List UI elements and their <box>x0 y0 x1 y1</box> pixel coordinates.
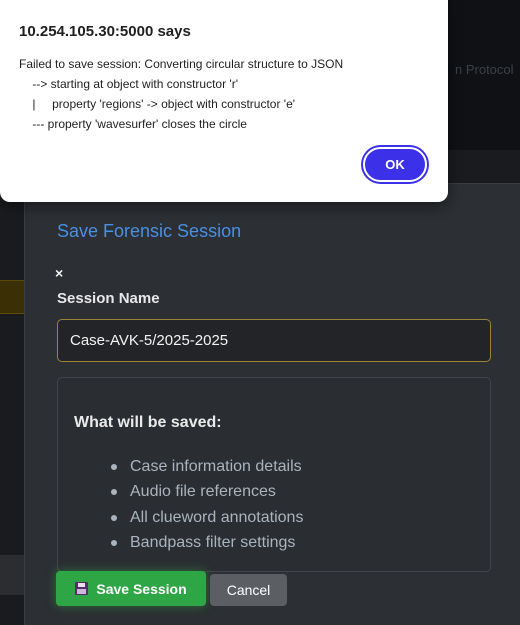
background-panel-strip <box>0 555 24 595</box>
session-name-input[interactable] <box>57 319 491 362</box>
close-icon[interactable]: × <box>55 265 63 281</box>
list-item: All clueword annotations <box>110 505 303 530</box>
list-item: Case information details <box>110 454 303 479</box>
cancel-button[interactable]: Cancel <box>210 574 287 606</box>
background-header-text: n Protocol <box>455 62 514 77</box>
background-highlight-strip <box>0 280 24 314</box>
alert-origin: 10.254.105.30:5000 says <box>19 23 191 40</box>
list-item: Bandpass filter settings <box>110 530 303 555</box>
ok-button[interactable]: OK <box>363 147 427 182</box>
save-info-box: What will be saved: Case information det… <box>57 377 491 572</box>
save-info-list: Case information details Audio file refe… <box>110 454 303 555</box>
modal-title: Save Forensic Session <box>57 221 242 241</box>
browser-alert-dialog: 10.254.105.30:5000 says Failed to save s… <box>0 0 448 202</box>
floppy-disk-icon <box>75 582 89 595</box>
save-info-heading: What will be saved: <box>74 414 222 431</box>
save-session-label: Save Session <box>96 580 187 597</box>
list-item: Audio file references <box>110 479 303 504</box>
save-session-button[interactable]: Save Session <box>56 571 206 606</box>
session-name-label: Session Name <box>57 290 160 307</box>
save-session-modal: Save Forensic Session × Session Name Wha… <box>24 183 520 625</box>
alert-message: Failed to save session: Converting circu… <box>19 57 344 131</box>
